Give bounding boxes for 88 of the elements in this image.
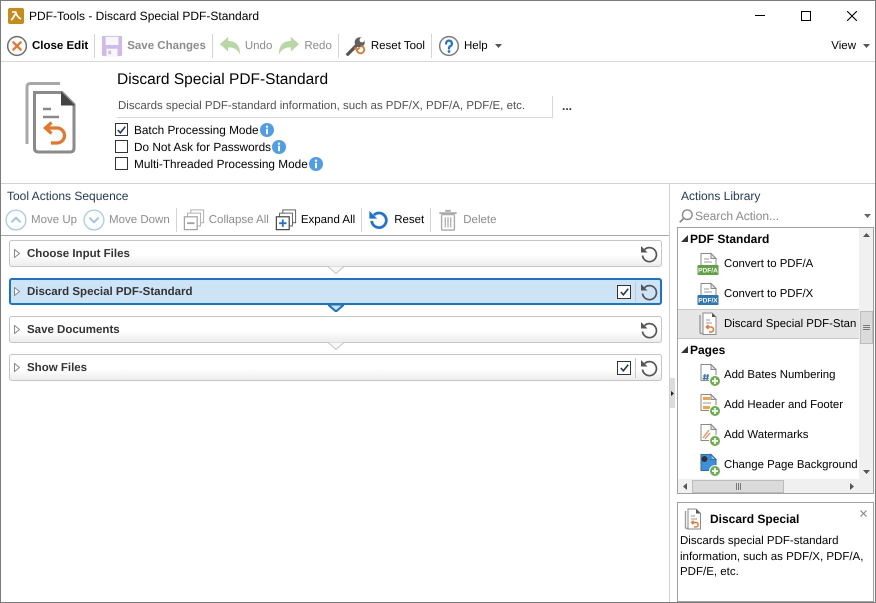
help-button[interactable]: Help — [435, 32, 505, 58]
close-icon — [847, 10, 857, 20]
reset-button[interactable]: Reset — [365, 207, 428, 233]
tree-group[interactable]: Pages — [678, 339, 859, 360]
tree-item[interactable]: Add Bates Numbering — [678, 360, 859, 390]
action-card[interactable]: Show Files — [9, 354, 662, 381]
checkbox[interactable] — [617, 284, 631, 298]
checkbox[interactable] — [115, 140, 128, 153]
collapsed-triangle-icon[interactable] — [14, 249, 20, 258]
checkbox-label: Batch Processing Mode — [134, 122, 259, 136]
circular-arrow-icon[interactable] — [640, 244, 658, 262]
action-title: Choose Input Files — [27, 248, 131, 260]
check-icon — [620, 288, 628, 296]
check-icon — [117, 126, 126, 134]
close-icon — [6, 34, 28, 56]
tree-item[interactable]: Change Page Background — [678, 450, 859, 479]
stacked-pages-minus-icon — [182, 209, 205, 231]
caret-icon[interactable] — [864, 214, 871, 218]
app-icon — [8, 8, 24, 24]
circular-arrow-icon[interactable] — [640, 320, 658, 338]
action-title: Show Files — [27, 362, 88, 374]
chevron-down-icon — [83, 209, 106, 231]
tree-item[interactable]: Discard Special PDF-Stan — [678, 309, 859, 339]
trash-icon — [437, 209, 460, 231]
action-title: Discard Special PDF-Standard — [27, 286, 194, 298]
grip-icon — [862, 325, 870, 330]
circular-arrow-icon — [368, 209, 390, 231]
help-icon — [438, 34, 460, 56]
checkbox-label: Do Not Ask for Passwords — [134, 140, 272, 154]
info-icon[interactable] — [272, 140, 286, 154]
expanded-triangle-icon[interactable] — [681, 346, 688, 353]
expand-all-button[interactable]: Expand All — [272, 207, 358, 233]
expanded-triangle-icon[interactable] — [681, 235, 688, 242]
down-pointer-icon — [328, 266, 344, 274]
checkbox[interactable] — [115, 123, 128, 136]
search-field[interactable]: Search Action... — [693, 209, 864, 223]
collapsed-triangle-icon[interactable] — [14, 287, 20, 296]
minimize-icon — [755, 15, 765, 16]
scroll-thumb[interactable] — [860, 311, 872, 344]
checkbox-label: Multi-Threaded Processing Mode — [134, 156, 308, 170]
info-title: Discard Special — [710, 512, 800, 526]
right-triangle-icon — [671, 390, 674, 396]
search-icon — [679, 209, 693, 223]
panel-title: Actions Library — [680, 188, 762, 203]
tool-title: Discard Special PDF-Standard — [117, 70, 330, 90]
collapsed-triangle-icon[interactable] — [14, 363, 20, 372]
horizontal-scrollbar[interactable] — [678, 479, 859, 493]
curved-left-arrow-icon — [218, 34, 241, 56]
info-icon[interactable] — [308, 156, 323, 170]
tree-group[interactable]: PDF Standard — [678, 228, 859, 249]
close-icon[interactable] — [860, 510, 867, 517]
window-title: PDF-Tools - Discard Special PDF-Standard — [29, 8, 260, 22]
circular-arrow-icon[interactable] — [640, 282, 658, 300]
view-menu-button[interactable]: View — [828, 32, 873, 58]
info-icon[interactable] — [260, 122, 274, 136]
grip-icon — [736, 482, 740, 490]
document-arrow-icon — [24, 82, 76, 154]
down-triangle-icon — [862, 470, 870, 474]
checkbox[interactable] — [115, 157, 128, 170]
tree-item[interactable]: Add Watermarks — [678, 420, 859, 450]
splitter-handle[interactable] — [670, 378, 675, 408]
vertical-scrollbar[interactable] — [859, 228, 873, 479]
reset-tool-button[interactable]: Reset Tool — [342, 32, 428, 58]
action-card[interactable]: Save Documents — [9, 316, 662, 343]
down-pointer-icon — [328, 304, 344, 312]
tree-item[interactable]: Add Header and Footer — [678, 390, 859, 420]
action-card[interactable]: Choose Input Files — [9, 240, 662, 267]
more-button[interactable]: ... — [553, 94, 582, 118]
down-pointer-icon — [328, 342, 344, 350]
circular-arrow-icon[interactable] — [640, 358, 658, 376]
stacked-pages-plus-icon — [274, 209, 297, 231]
close-edit-button[interactable]: Close Edit — [3, 32, 92, 58]
check-icon — [620, 364, 628, 372]
collapsed-triangle-icon[interactable] — [14, 325, 20, 334]
up-triangle-icon — [862, 233, 870, 237]
curved-right-arrow-icon — [278, 34, 300, 56]
wrench-icon — [344, 34, 367, 56]
document-arrow-icon — [684, 508, 702, 530]
action-title: Save Documents — [27, 324, 121, 336]
info-description: Discards special PDF-standard information, such as PDF/X, PDF/A, PDF/E, etc. — [680, 534, 864, 580]
panel-title: Tool Actions Sequence — [6, 188, 130, 203]
maximize-icon — [801, 10, 811, 20]
checkbox[interactable] — [617, 360, 631, 374]
left-triangle-icon — [683, 482, 687, 490]
right-triangle-icon — [850, 482, 854, 490]
description-field[interactable]: Discards special PDF-standard information, such as PDF/X, PDF/A, PDF/E, etc. — [117, 94, 552, 118]
scroll-thumb[interactable] — [692, 480, 784, 492]
chevron-up-icon — [5, 209, 27, 231]
